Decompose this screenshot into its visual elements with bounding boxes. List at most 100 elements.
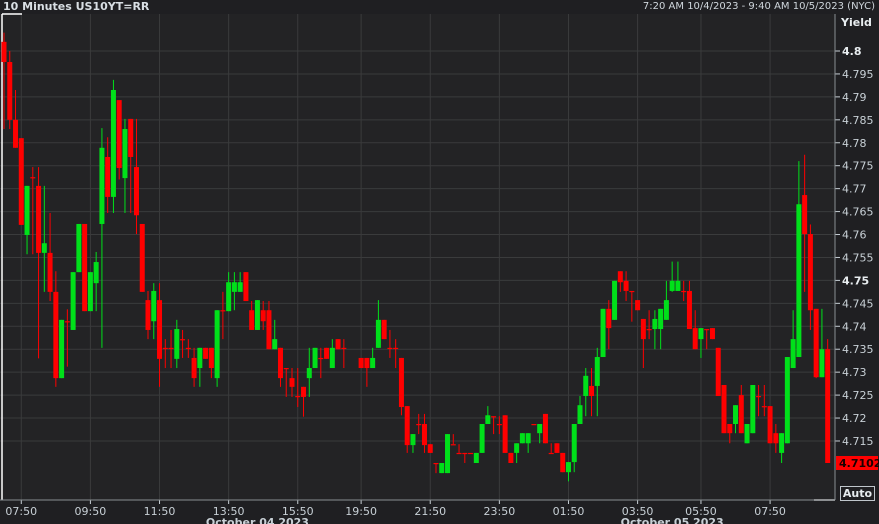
candle-body — [24, 185, 30, 235]
candle-body — [105, 156, 111, 197]
candle-body — [30, 177, 36, 179]
candle-body — [329, 347, 335, 369]
candle-body — [421, 424, 427, 446]
candle — [635, 300, 641, 311]
candle-body — [237, 282, 243, 292]
candle-body — [577, 405, 583, 425]
candle-body — [381, 319, 387, 340]
y-tick-label: 4.775 — [842, 160, 874, 173]
candle-body — [663, 300, 669, 320]
candle-body — [398, 357, 404, 408]
candle-body — [612, 280, 618, 320]
x-tick-label: 11:50 — [144, 505, 176, 518]
candle — [468, 452, 474, 455]
candle-body — [796, 204, 802, 358]
candle-body — [485, 415, 491, 425]
candle-body — [468, 452, 474, 455]
candle-body — [589, 385, 595, 397]
candle-body — [174, 329, 180, 359]
candle-body — [727, 424, 733, 434]
candle-body — [110, 89, 116, 197]
candle-body — [600, 308, 606, 358]
candle-body — [358, 357, 364, 369]
candle-body — [675, 280, 681, 291]
y-tick-label: 4.78 — [842, 137, 867, 150]
candle-body — [387, 347, 393, 350]
candle-body — [312, 347, 318, 369]
candle-body — [761, 406, 767, 408]
candle-body — [548, 452, 554, 455]
y-tick-label: 4.795 — [842, 68, 874, 81]
x-tick-label: 21:50 — [414, 505, 446, 518]
x-tick-label: 07:50 — [754, 505, 786, 518]
candle-body — [93, 262, 99, 284]
candle-body — [266, 310, 272, 350]
candle-body — [686, 290, 692, 330]
y-axis: 4.8 4.795 4.79 4.785 4.78 4.775 4.77 4.765 4.76 4… — [834, 14, 879, 500]
candle — [750, 385, 756, 434]
candle-body — [283, 368, 289, 370]
candle-body — [456, 452, 462, 455]
candle-body — [496, 424, 502, 426]
candle-body — [145, 300, 151, 330]
candle — [87, 272, 93, 312]
candle-body — [635, 300, 641, 311]
candle-body — [220, 310, 226, 312]
candle-body — [139, 223, 145, 292]
candle-body — [64, 321, 70, 323]
candle-body — [122, 128, 128, 179]
candle-body — [819, 349, 825, 378]
candle — [813, 308, 819, 379]
y-tick-label: 4.8 — [842, 45, 862, 58]
candle-body — [249, 310, 255, 330]
y-tick-label: 4.75 — [842, 274, 869, 287]
candle-body — [565, 462, 571, 473]
candle — [744, 424, 750, 444]
y-tick-label: 4.745 — [842, 297, 874, 310]
candle-body — [306, 368, 312, 379]
candle-body — [583, 375, 589, 397]
candle-body — [99, 147, 105, 224]
auto-scale-button[interactable]: Auto — [840, 486, 875, 501]
candle-body — [375, 319, 381, 348]
candle-body — [226, 282, 232, 312]
candle-body — [36, 185, 42, 253]
candle — [721, 385, 727, 434]
candle-body — [502, 415, 508, 453]
candle — [784, 357, 790, 444]
candle — [381, 319, 387, 340]
candle-body — [773, 433, 779, 444]
candle-body — [277, 347, 283, 379]
candle-body — [669, 280, 675, 291]
candle-body — [364, 357, 370, 369]
candle-body — [462, 452, 468, 455]
y-tick-label: 4.73 — [842, 366, 867, 379]
y-axis-label: Yield — [840, 16, 872, 29]
candle-body — [427, 444, 433, 453]
candle-body — [231, 282, 237, 292]
candle-body — [180, 339, 186, 341]
candle-body — [341, 347, 347, 350]
candle — [139, 223, 145, 292]
candle-body — [450, 444, 456, 446]
candle-body — [813, 308, 819, 378]
candle — [531, 424, 537, 426]
candle-body — [157, 300, 163, 359]
candle-body — [214, 310, 220, 379]
candle-body — [594, 357, 600, 386]
candle-body — [59, 319, 65, 379]
candle-body — [508, 452, 514, 464]
candle-body — [560, 452, 566, 473]
candle — [70, 272, 76, 330]
candle-body — [133, 167, 139, 216]
x-tick-label: 09:50 — [75, 505, 107, 518]
candle-body — [629, 290, 635, 293]
candle-body — [318, 357, 324, 360]
y-tick-label: 4.76 — [842, 229, 867, 242]
candle-body — [76, 223, 82, 273]
candle-body — [514, 443, 520, 453]
candlestick-chart[interactable]: 4.8 4.795 4.79 4.785 4.78 4.775 4.77 4.765 4.76 4… — [0, 0, 879, 524]
candle-body — [116, 100, 122, 168]
candle-body — [289, 378, 295, 387]
candle-body — [784, 357, 790, 444]
